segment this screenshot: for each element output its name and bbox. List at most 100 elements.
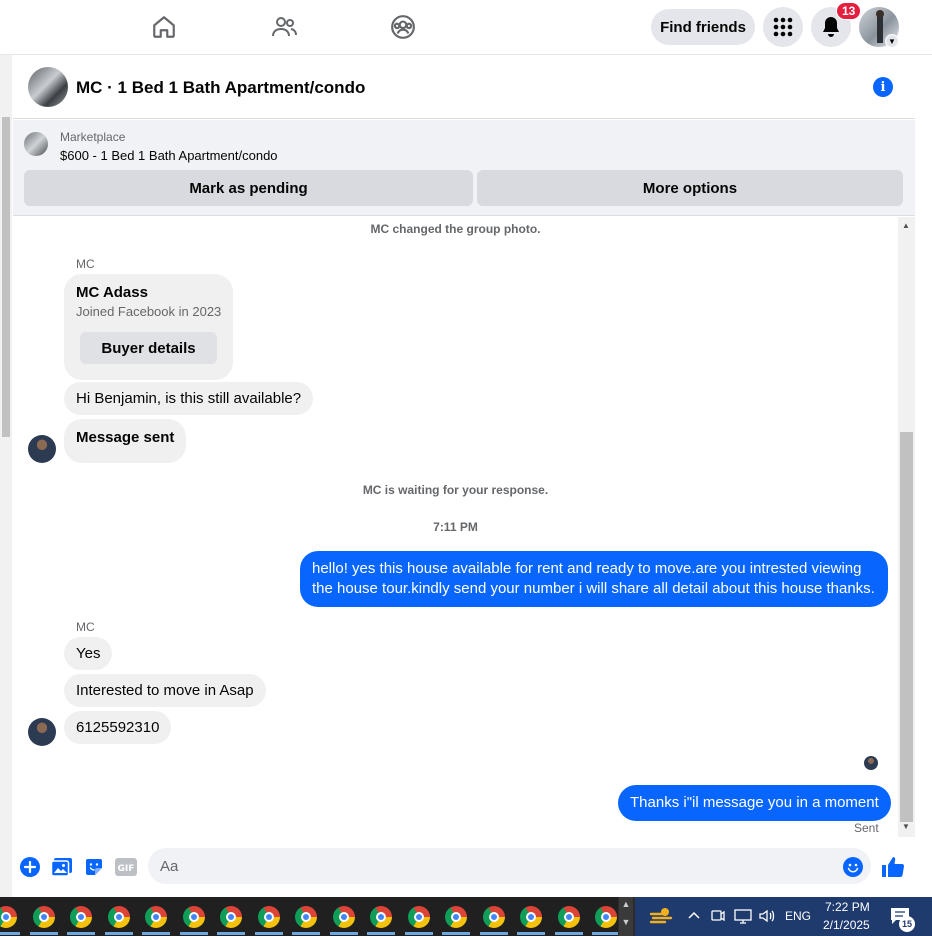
seen-avatar [864, 756, 878, 770]
app-running-indicator [0, 932, 20, 935]
buyer-joined: Joined Facebook in 2023 [76, 304, 222, 319]
chrome-app-icon[interactable] [0, 906, 17, 928]
emoji-icon[interactable] [842, 856, 864, 878]
outgoing-message[interactable]: Thanks i"il message you in a moment [618, 785, 891, 821]
app-running-indicator [217, 932, 245, 935]
sent-status: Sent [854, 821, 879, 835]
message-input[interactable] [148, 848, 871, 884]
home-icon[interactable] [149, 12, 179, 42]
chrome-app-icon[interactable] [145, 906, 167, 928]
mark-as-pending-button[interactable]: Mark as pending [24, 170, 473, 206]
app-running-indicator [254, 932, 283, 935]
notification-badge: 13 [836, 2, 862, 20]
scroll-up-arrow-icon[interactable]: ▲ [902, 221, 910, 230]
chrome-app-icon[interactable] [370, 906, 392, 928]
message-composer: GIF [13, 842, 915, 894]
chrome-app-icon[interactable] [557, 906, 580, 928]
app-running-indicator [517, 932, 545, 935]
app-running-indicator [29, 932, 58, 935]
app-running-indicator [367, 932, 395, 935]
listing-title[interactable]: $600 - 1 Bed 1 Bath Apartment/condo [60, 148, 278, 163]
outgoing-message[interactable]: hello! yes this house available for rent… [300, 551, 888, 607]
listing-photo[interactable] [28, 67, 68, 107]
chrome-app-icon[interactable] [220, 906, 242, 928]
app-running-indicator [442, 932, 470, 935]
chat-title[interactable]: MC · 1 Bed 1 Bath Apartment/condo [76, 78, 365, 98]
app-running-indicator [479, 932, 508, 935]
groups-icon[interactable] [388, 12, 418, 42]
chevron-up-icon[interactable]: ▲ [619, 899, 633, 909]
weather-icon[interactable] [649, 906, 673, 929]
scroll-down-arrow-icon[interactable]: ▼ [902, 822, 910, 831]
chrome-app-icon[interactable] [295, 906, 317, 928]
buyer-name[interactable]: MC Adass [76, 284, 148, 301]
buyer-details-button[interactable]: Buyer details [80, 332, 217, 364]
system-message: MC is waiting for your response. [362, 483, 549, 497]
sender-name: MC [76, 620, 95, 634]
grid-icon [773, 17, 793, 37]
friends-icon[interactable] [269, 12, 299, 42]
plus-circle-icon[interactable] [19, 856, 41, 878]
gif-label: GIF [118, 864, 135, 874]
info-icon[interactable]: i [873, 77, 893, 97]
chrome-app-icon[interactable] [595, 906, 617, 928]
find-friends-button[interactable]: Find friends [651, 9, 755, 45]
page-scrollbar-thumb[interactable] [2, 117, 10, 437]
app-running-indicator [404, 932, 433, 935]
menu-grid-button[interactable] [763, 7, 803, 47]
network-icon[interactable] [734, 908, 752, 927]
chrome-app-icon[interactable] [257, 906, 280, 928]
listing-thumbnail[interactable] [24, 132, 48, 156]
taskbar-scroll[interactable]: ▲ ▼ [619, 897, 633, 936]
chrome-app-icon[interactable] [407, 906, 430, 928]
chevron-down-icon[interactable]: ▼ [885, 34, 899, 48]
messages-scrollbar-thumb[interactable] [900, 432, 913, 822]
system-message: MC changed the group photo. [370, 222, 541, 236]
app-running-indicator [142, 932, 170, 935]
messages-scrollbar[interactable]: ▲ ▼ [898, 217, 915, 837]
app-running-indicator [292, 932, 320, 935]
chevron-down-icon[interactable]: ▼ [619, 917, 633, 927]
incoming-message[interactable]: Yes [64, 637, 113, 670]
more-options-button[interactable]: More options [477, 170, 903, 206]
chrome-app-icon[interactable] [445, 906, 467, 928]
chrome-app-icon[interactable] [332, 906, 355, 928]
app-running-indicator [67, 932, 95, 935]
chrome-app-icon[interactable] [520, 906, 542, 928]
app-running-indicator [592, 932, 618, 935]
incoming-message[interactable]: Interested to move in Asap [64, 674, 266, 707]
incoming-message[interactable]: Message sent [64, 419, 187, 463]
chrome-app-icon[interactable] [182, 906, 205, 928]
sender-name: MC [76, 257, 95, 271]
page-scrollbar[interactable] [0, 55, 12, 897]
thumbs-up-icon[interactable] [880, 856, 906, 878]
taskbar-apps [0, 897, 618, 936]
app-running-indicator [104, 932, 133, 935]
message-list: MC changed the group photo. MC MC Adass … [13, 217, 898, 842]
chrome-app-icon[interactable] [70, 906, 92, 928]
clock-time[interactable]: 7:22 PM [825, 900, 870, 914]
photo-icon[interactable] [51, 856, 73, 878]
chrome-app-icon[interactable] [482, 906, 505, 928]
clock-date[interactable]: 2/1/2025 [823, 918, 870, 932]
app-running-indicator [554, 932, 583, 935]
app-running-indicator [329, 932, 358, 935]
chrome-app-icon[interactable] [107, 906, 130, 928]
volume-icon[interactable] [758, 908, 776, 927]
marketplace-bar: Marketplace $600 - 1 Bed 1 Bath Apartmen… [13, 120, 915, 216]
chrome-app-icon[interactable] [32, 906, 55, 928]
timestamp: 7:11 PM [433, 520, 478, 534]
meet-icon[interactable] [711, 908, 725, 927]
top-navigation: Find friends 13 ▼ [0, 0, 932, 55]
bell-icon [823, 17, 839, 37]
sticker-icon[interactable] [83, 856, 105, 878]
incoming-message[interactable]: 6125592310 [64, 711, 172, 744]
chevron-up-icon[interactable] [687, 908, 701, 925]
system-tray: ENG 7:22 PM 2/1/2025 15 [635, 897, 932, 936]
marketplace-label: Marketplace [60, 130, 126, 144]
incoming-message[interactable]: Hi Benjamin, is this still available? [64, 382, 314, 415]
sender-avatar[interactable] [28, 435, 56, 463]
language-indicator[interactable]: ENG [785, 909, 811, 923]
sender-avatar[interactable] [28, 718, 56, 746]
gif-icon[interactable]: GIF [114, 856, 138, 878]
